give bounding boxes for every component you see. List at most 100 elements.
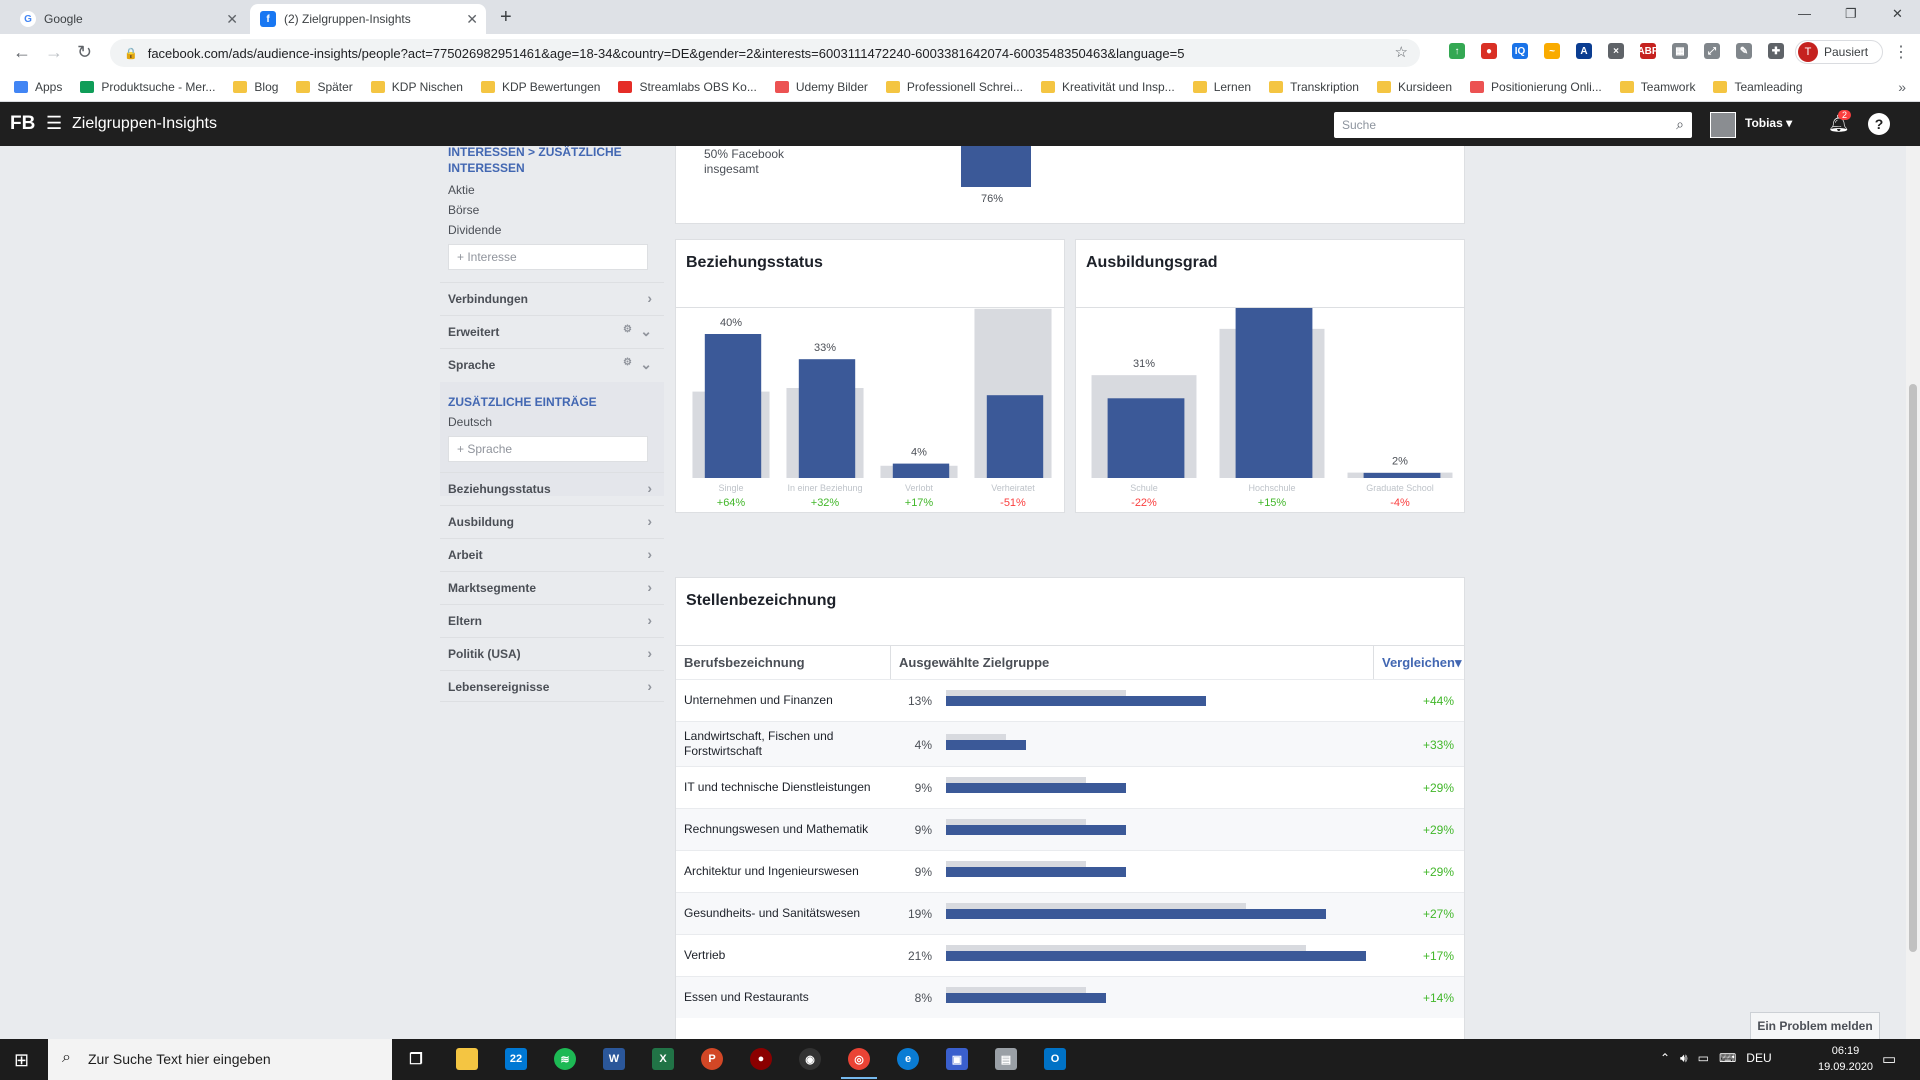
forward-icon[interactable]: →	[45, 42, 63, 63]
sidebar-item-arbeit[interactable]: Arbeit ›	[440, 538, 664, 570]
sidebar-item-verbindungen[interactable]: Verbindungen ›	[440, 282, 664, 314]
close-tab-icon[interactable]: ✕	[226, 11, 238, 28]
compare-label: -4%	[1390, 497, 1410, 509]
word-icon[interactable]: W	[603, 1048, 625, 1070]
spotify-icon[interactable]: ≋	[554, 1048, 576, 1070]
minimize-icon[interactable]: —	[1798, 6, 1811, 21]
taskbar-search-input[interactable]: ⌕ Zur Suche Text hier eingeben	[48, 1039, 392, 1080]
bookmark-item[interactable]: KDP Bewertungen	[480, 80, 600, 94]
bookmark-item[interactable]: Lernen	[1192, 80, 1251, 94]
clock[interactable]: 06:19 19.09.2020	[1818, 1043, 1873, 1075]
sidebar-item-erweitert[interactable]: Erweitert ⚙ ⌄	[440, 315, 664, 347]
new-tab-icon[interactable]: +	[500, 6, 512, 29]
action-center-icon[interactable]: ▭	[1882, 1050, 1896, 1068]
powerpoint-icon[interactable]: P	[701, 1048, 723, 1070]
bookmark-item[interactable]: Transkription	[1269, 80, 1359, 94]
tab-zielgruppen-insights[interactable]: f (2) Zielgruppen-Insights ✕	[250, 4, 486, 34]
adblock-icon[interactable]: ABP	[1637, 43, 1659, 59]
user-menu[interactable]: Tobias ▾	[1745, 116, 1792, 130]
table-row[interactable]: Architektur und Ingenieurswesen 9% +29%	[676, 850, 1464, 892]
system-tray[interactable]: ⌃ 🔊︎ ▭ ⌨ DEU	[1660, 1051, 1772, 1066]
bookmark-star-icon[interactable]: ☆	[1395, 43, 1408, 61]
bookmark-item[interactable]: Kreativität und Insp...	[1040, 80, 1175, 94]
compare-label: -22%	[1131, 497, 1157, 509]
bookmark-item[interactable]: Streamlabs OBS Ko...	[618, 80, 757, 94]
compare-dropdown[interactable]: Vergleichen▾	[1373, 645, 1464, 679]
scrollbar[interactable]	[1906, 146, 1920, 1039]
eyedropper-icon[interactable]: ✎	[1736, 43, 1752, 59]
windows-start-icon[interactable]: ⊞	[14, 1050, 29, 1071]
bookmark-item[interactable]: Kursideen	[1376, 80, 1452, 94]
app-icon[interactable]: ▣	[946, 1048, 968, 1070]
extension-iq-icon[interactable]: IQ	[1512, 43, 1528, 59]
bookmarks-bar: Apps Produktsuche - Mer... Blog Später K…	[0, 72, 1920, 102]
excel-icon[interactable]: X	[652, 1048, 674, 1070]
browser-menu-icon[interactable]: ⋮	[1893, 42, 1909, 62]
extension-icon[interactable]: A	[1576, 43, 1592, 59]
table-row[interactable]: Rechnungswesen und Mathematik 9% +29%	[676, 808, 1464, 850]
active-dot-icon: ⚙	[623, 357, 632, 368]
content-area: INTERESSEN > ZUSÄTZLICHE INTERESSEN Akti…	[0, 146, 1906, 1039]
task-view-icon[interactable]: ❐	[405, 1048, 427, 1070]
sidebar-item-beziehungsstatus[interactable]: Beziehungsstatus ›	[440, 472, 664, 504]
back-icon[interactable]: ←	[13, 42, 31, 63]
profile-button[interactable]: T Pausiert	[1795, 40, 1883, 64]
reload-icon[interactable]: ↻	[77, 42, 92, 63]
bookmark-item[interactable]: Professionell Schrei...	[885, 80, 1023, 94]
sidebar-item-marktsegmente[interactable]: Marktsegmente ›	[440, 571, 664, 603]
restore-icon[interactable]: ❐	[1845, 6, 1857, 22]
sidebar-item-ausbildung[interactable]: Ausbildung ›	[440, 505, 664, 537]
extension-icon[interactable]: ~	[1544, 43, 1560, 59]
file-explorer-icon[interactable]	[456, 1048, 478, 1070]
bookmark-item[interactable]: Teamwork	[1619, 80, 1695, 94]
extension-icon[interactable]: ↑	[1449, 43, 1465, 59]
bookmark-item[interactable]: KDP Nischen	[370, 80, 463, 94]
help-icon[interactable]: ?	[1868, 113, 1890, 135]
url-field[interactable]: 🔒 facebook.com/ads/audience-insights/peo…	[110, 39, 1420, 67]
obs-icon[interactable]: ◉	[799, 1048, 821, 1070]
more-bookmarks-icon[interactable]: »	[1898, 79, 1906, 95]
avatar[interactable]	[1710, 112, 1736, 138]
edge-icon[interactable]: e	[897, 1048, 919, 1070]
language-input[interactable]: + Sprache	[448, 436, 648, 462]
mail-icon[interactable]: 22	[505, 1048, 527, 1070]
report-problem-button[interactable]: Ein Problem melden	[1750, 1012, 1880, 1040]
search-input[interactable]: Suche ⌕	[1334, 112, 1692, 138]
scrollbar-thumb[interactable]	[1909, 384, 1917, 952]
table-row[interactable]: Unternehmen und Finanzen 13% +44%	[676, 679, 1464, 721]
caret-down-icon: ▾	[1786, 116, 1793, 130]
sidebar-item-lebensereignisse[interactable]: Lebensereignisse ›	[440, 670, 664, 702]
bookmark-item[interactable]: Später	[296, 80, 353, 94]
bookmark-apps[interactable]: Apps	[14, 80, 62, 94]
search-icon[interactable]: ⌕	[1676, 116, 1684, 133]
table-row[interactable]: Vertrieb 21% +17%	[676, 934, 1464, 976]
interest-tag: Börse	[448, 203, 480, 217]
table-row[interactable]: Essen und Restaurants 8% +14%	[676, 976, 1464, 1018]
table-row[interactable]: Gesundheits- und Sanitätswesen 19% +27%	[676, 892, 1464, 934]
bookmark-item[interactable]: Produktsuche - Mer...	[80, 80, 215, 94]
chrome-icon[interactable]: ◎	[841, 1048, 877, 1079]
extensions-puzzle-icon[interactable]: ✚	[1768, 43, 1784, 59]
bookmark-item[interactable]: Blog	[233, 80, 278, 94]
notepad-icon[interactable]: ▤	[995, 1048, 1017, 1070]
app-icon[interactable]: ●	[750, 1048, 772, 1070]
outlook-icon[interactable]: O	[1044, 1048, 1066, 1070]
hamburger-menu-icon[interactable]: ☰	[46, 113, 62, 134]
extension-grid-icon[interactable]: ▦	[1672, 43, 1688, 59]
interest-input[interactable]: + Interesse	[448, 244, 648, 270]
bookmark-item[interactable]: Teamleading	[1713, 80, 1803, 94]
extension-icon[interactable]: ×	[1608, 43, 1624, 59]
close-window-icon[interactable]: ✕	[1892, 6, 1903, 22]
bookmark-item[interactable]: Udemy Bilder	[774, 80, 868, 94]
bookmark-item[interactable]: Positionierung Onli...	[1470, 80, 1602, 94]
extension-icon[interactable]: ●	[1481, 43, 1497, 59]
sidebar-item-eltern[interactable]: Eltern ›	[440, 604, 664, 636]
fb-logo[interactable]: FB	[10, 113, 35, 135]
table-row[interactable]: IT und technische Dienstleistungen 9% +29%	[676, 766, 1464, 808]
sidebar-item-sprache[interactable]: Sprache ⚙ ⌄	[440, 348, 664, 380]
close-tab-icon[interactable]: ✕	[466, 11, 478, 28]
sidebar-item-politik[interactable]: Politik (USA) ›	[440, 637, 664, 669]
extension-expand-icon[interactable]: ⤢	[1704, 43, 1720, 59]
tab-google[interactable]: G Google ✕	[10, 4, 246, 34]
table-row[interactable]: Landwirtschaft, Fischen und Forstwirtsch…	[676, 721, 1464, 766]
